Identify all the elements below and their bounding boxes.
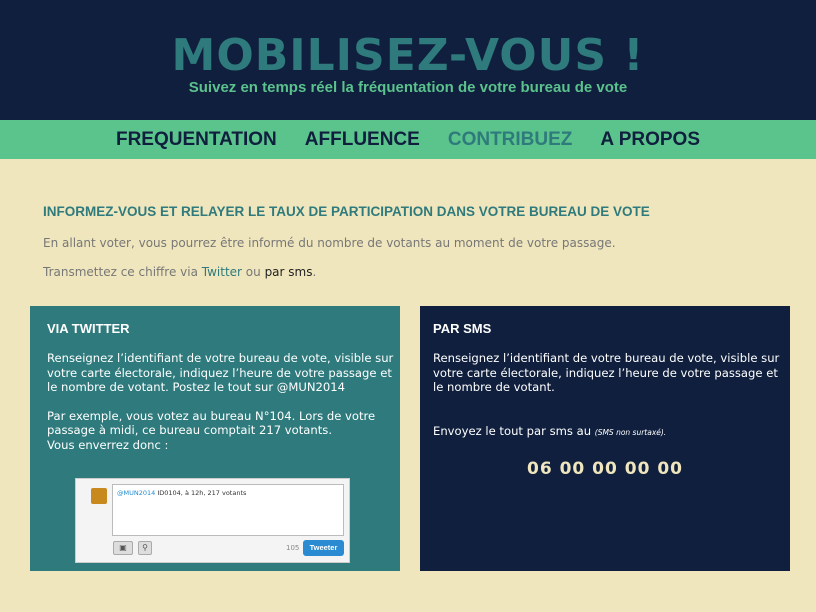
location-pin-icon: ⚲: [138, 541, 152, 555]
twitter-link[interactable]: Twitter: [202, 265, 242, 279]
twitter-example: Par exemple, vous votez au bureau N°104.…: [47, 408, 376, 438]
sms-send-text: Envoyez le tout par sms au (SMS non surt…: [433, 424, 666, 438]
intro-transmit-text: Transmettez ce chiffre via Twitter ou pa…: [43, 265, 316, 279]
sms-panel: PAR SMS Renseignez l’identifiant de votr…: [420, 306, 790, 571]
tweet-content: ID0104, à 12h, 217 votants: [155, 489, 247, 497]
site-title: MOBILISEZ-VOUS !: [171, 30, 645, 81]
twitter-instructions: Renseignez l’identifiant de votre bureau…: [47, 351, 394, 394]
twitter-panel-text: Renseignez l’identifiant de votre bureau…: [47, 351, 397, 452]
twitter-panel: VIA TWITTER Renseignez l’identifiant de …: [30, 306, 400, 571]
nav-item-a-propos[interactable]: A PROPOS: [600, 129, 700, 151]
intro-title: INFORMEZ-VOUS ET RELAYER LE TAUX DE PART…: [43, 204, 650, 219]
sms-panel-title: PAR SMS: [433, 321, 492, 336]
main-nav: FREQUENTATION AFFLUENCE CONTRIBUEZ A PRO…: [0, 120, 816, 159]
nav-item-frequentation[interactable]: FREQUENTATION: [116, 129, 277, 151]
twitter-send-label: Vous enverrez donc :: [47, 437, 169, 452]
intro-text: En allant voter, vous pourrez être infor…: [43, 236, 616, 250]
site-header: MOBILISEZ-VOUS ! Suivez en temps réel la…: [0, 0, 816, 120]
intro-suffix: .: [312, 265, 317, 279]
tweet-input: @MUN2014 ID0104, à 12h, 217 votants: [112, 484, 344, 536]
tweet-button: Tweeter: [303, 540, 344, 556]
tweet-example-box: @MUN2014 ID0104, à 12h, 217 votants ▣ ⚲ …: [75, 478, 350, 563]
avatar: [91, 488, 107, 504]
sms-link[interactable]: par sms: [265, 265, 313, 279]
twitter-panel-title: VIA TWITTER: [47, 321, 130, 336]
tweet-char-counter: 105: [286, 544, 300, 552]
tweet-mention: @MUN2014: [117, 489, 156, 497]
sms-phone-number: 06 00 00 00 00: [527, 459, 683, 479]
camera-icon: ▣: [113, 541, 133, 555]
sms-note: (SMS non surtaxé).: [594, 428, 667, 437]
site-subtitle: Suivez en temps réel la fréquentation de…: [188, 79, 628, 96]
sms-instructions: Renseignez l’identifiant de votre bureau…: [433, 351, 780, 394]
sms-send-label: Envoyez le tout par sms au: [433, 424, 595, 438]
intro-middle: ou: [241, 265, 265, 279]
intro-prefix: Transmettez ce chiffre via: [43, 265, 202, 279]
nav-item-contribuez[interactable]: CONTRIBUEZ: [448, 129, 573, 151]
nav-item-affluence[interactable]: AFFLUENCE: [305, 129, 420, 151]
